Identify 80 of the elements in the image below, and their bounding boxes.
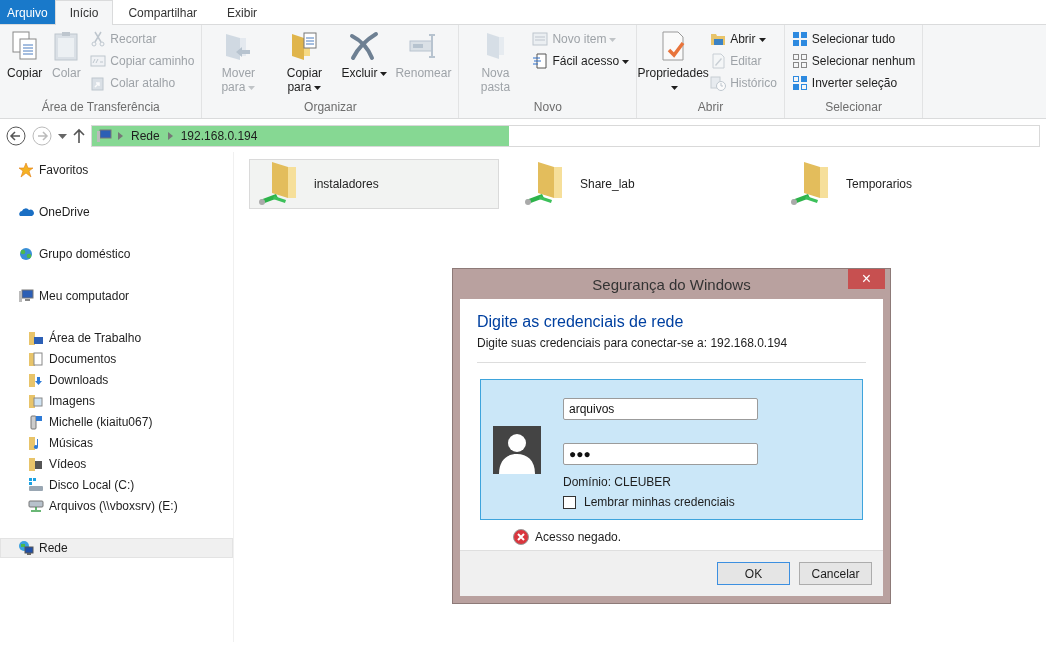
ribbon-tab[interactable]: Início xyxy=(54,0,114,25)
username-field[interactable]: arquivos xyxy=(563,398,758,420)
sidebar-item[interactable]: Downloads xyxy=(0,369,233,390)
ribbon-tab[interactable]: Compartilhar xyxy=(113,0,213,24)
pinned-document-icon xyxy=(532,53,549,69)
delete-icon xyxy=(348,30,381,62)
up-button[interactable] xyxy=(73,128,85,144)
sidebar-item[interactable]: Vídeos xyxy=(0,453,233,474)
shared-folder[interactable]: Temporarios xyxy=(781,159,1031,209)
dialog-button[interactable]: OK xyxy=(717,562,790,585)
ribbon-small-button[interactable]: Selecionar tudo xyxy=(788,28,919,50)
network-icon xyxy=(18,540,34,556)
group-label: Abrir xyxy=(696,100,725,116)
remember-checkbox[interactable]: Lembrar minhas credenciais xyxy=(563,495,758,509)
sidebar-item[interactable]: Imagens xyxy=(0,390,233,411)
device-icon xyxy=(28,413,44,430)
ribbon-button[interactable]: Copiar xyxy=(4,28,46,82)
shared-folder[interactable]: instaladores xyxy=(249,159,499,209)
ribbon-small-button[interactable]: Inverter seleção xyxy=(788,72,919,94)
user-avatar-icon xyxy=(493,426,541,474)
group-label: Organizar xyxy=(303,100,358,116)
group-label: Área de Transferência xyxy=(40,100,161,116)
sidebar-item[interactable]: Meu computador xyxy=(0,286,233,306)
videos-folder-icon xyxy=(28,455,44,472)
path-icon xyxy=(90,53,107,69)
password-field[interactable]: ●●● xyxy=(563,443,758,465)
documents-folder-icon xyxy=(28,350,44,367)
group-label: Selecionar xyxy=(824,100,883,116)
back-button[interactable] xyxy=(6,126,26,146)
ribbon-button[interactable]: Copiar para xyxy=(272,28,337,96)
select-none-icon xyxy=(791,53,808,69)
ribbon-tab[interactable]: Arquivo xyxy=(0,0,55,24)
dialog-title: Segurança do Windows xyxy=(592,275,751,293)
star-icon xyxy=(18,162,34,178)
chevron-icon xyxy=(167,132,173,140)
history-icon xyxy=(710,75,727,91)
group-label: Novo xyxy=(532,100,563,116)
ribbon-small-button[interactable]: Fácil acesso xyxy=(529,50,633,72)
drive-icon xyxy=(28,476,44,493)
homegroup-icon xyxy=(18,246,34,262)
downloads-folder-icon xyxy=(28,371,44,388)
sidebar-item[interactable]: Área de Trabalho xyxy=(0,327,233,348)
sidebar-item[interactable]: Grupo doméstico xyxy=(0,244,233,264)
computer-icon xyxy=(96,129,112,143)
sidebar-item[interactable]: Arquivos (\\vboxsrv) (E:) xyxy=(0,495,233,516)
sidebar-item[interactable]: Músicas xyxy=(0,432,233,453)
sidebar-item[interactable]: OneDrive xyxy=(0,202,233,222)
address-bar[interactable]: Rede 192.168.0.194 xyxy=(91,125,1040,147)
select-all-icon xyxy=(791,31,808,47)
folder-open-icon xyxy=(710,31,727,47)
breadcrumb[interactable]: 192.168.0.194 xyxy=(178,129,260,143)
ribbon-tab[interactable]: Exibir xyxy=(212,0,273,24)
domain-label: Domínio: CLEUBER xyxy=(563,475,673,489)
shortcut-icon xyxy=(90,75,107,91)
error-message: Acesso negado. xyxy=(535,530,622,544)
sidebar-item[interactable]: Rede xyxy=(0,538,233,558)
sidebar-item[interactable]: Documentos xyxy=(0,348,233,369)
shared-folder[interactable]: Share_lab xyxy=(515,159,765,209)
sidebar-item[interactable]: Favoritos xyxy=(0,160,233,180)
ribbon-small-button[interactable]: Selecionar nenhum xyxy=(788,50,919,72)
computer-icon xyxy=(18,288,34,304)
network-drive-icon xyxy=(28,497,44,514)
dialog-button[interactable]: Cancelar xyxy=(799,562,872,585)
invert-selection-icon xyxy=(791,75,808,91)
dialog-subtitle: Digite suas credenciais para conectar-se a: 192.168.0.194 xyxy=(477,336,866,363)
desktop-folder-icon xyxy=(28,329,44,346)
pictures-folder-icon xyxy=(28,392,44,409)
sidebar-item[interactable]: Michelle (kiaitu067) xyxy=(0,411,233,432)
error-icon xyxy=(513,529,529,545)
dialog-heading: Digite as credenciais de rede xyxy=(477,313,685,331)
chevron-icon xyxy=(118,132,123,140)
pencil-icon xyxy=(710,53,727,69)
close-button[interactable]: × xyxy=(848,269,885,289)
sidebar-item[interactable]: Disco Local (C:) xyxy=(0,474,233,495)
ribbon-small-button[interactable]: Abrir xyxy=(707,28,780,50)
new-item-icon xyxy=(532,31,549,47)
breadcrumb[interactable]: Rede xyxy=(129,129,162,143)
history-dropdown-button[interactable] xyxy=(58,133,67,139)
scissors-icon xyxy=(90,31,107,47)
ribbon-button[interactable]: Excluir xyxy=(338,28,391,82)
